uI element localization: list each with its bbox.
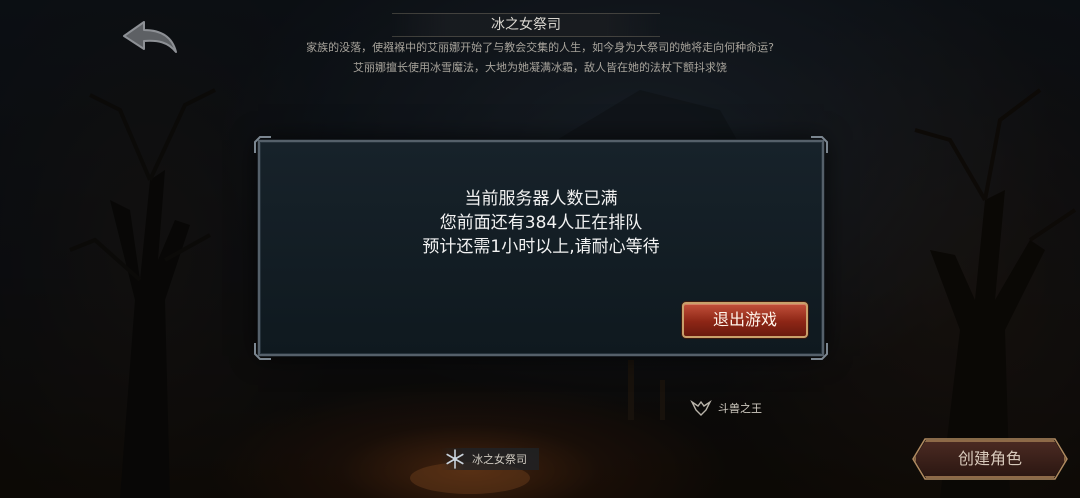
back-arrow-icon bbox=[123, 21, 177, 53]
character-description-line2: 艾丽娜擅长使用冰雪魔法，大地为她凝满冰霜，敌人皆在她的法杖下颤抖求饶 bbox=[353, 61, 727, 74]
frame-corner-ornament bbox=[254, 136, 271, 153]
back-button[interactable] bbox=[118, 14, 182, 60]
character-beast-king[interactable]: 斗兽之王 bbox=[690, 398, 762, 418]
frame-corner-ornament bbox=[811, 136, 828, 153]
character-name: 斗兽之王 bbox=[718, 402, 762, 415]
wait-time-message: 预计还需1小时以上,请耐心等待 bbox=[422, 237, 660, 257]
character-name: 冰之女祭司 bbox=[472, 453, 527, 466]
queue-dialog: 当前服务器人数已满 您前面还有384人正在排队 预计还需1小时以上,请耐心等待 … bbox=[254, 136, 828, 360]
frame-corner-ornament bbox=[811, 343, 828, 360]
server-full-message: 当前服务器人数已满 bbox=[464, 189, 618, 209]
queue-position-message: 您前面还有384人正在排队 bbox=[439, 213, 643, 233]
beast-emblem-icon bbox=[690, 399, 712, 416]
character-ice-priestess[interactable]: 冰之女祭司 bbox=[440, 448, 539, 470]
page-title: 冰之女祭司 bbox=[392, 13, 660, 37]
character-description-line1: 家族的没落，使襁褓中的艾丽娜开始了与教会交集的人生，如今身为大祭司的她将走向何种… bbox=[306, 41, 774, 54]
snowflake-icon bbox=[446, 449, 464, 469]
exit-game-button[interactable]: 退出游戏 bbox=[682, 302, 808, 338]
frame-corner-ornament bbox=[254, 343, 271, 360]
create-character-button[interactable]: 创建角色 bbox=[914, 440, 1066, 478]
